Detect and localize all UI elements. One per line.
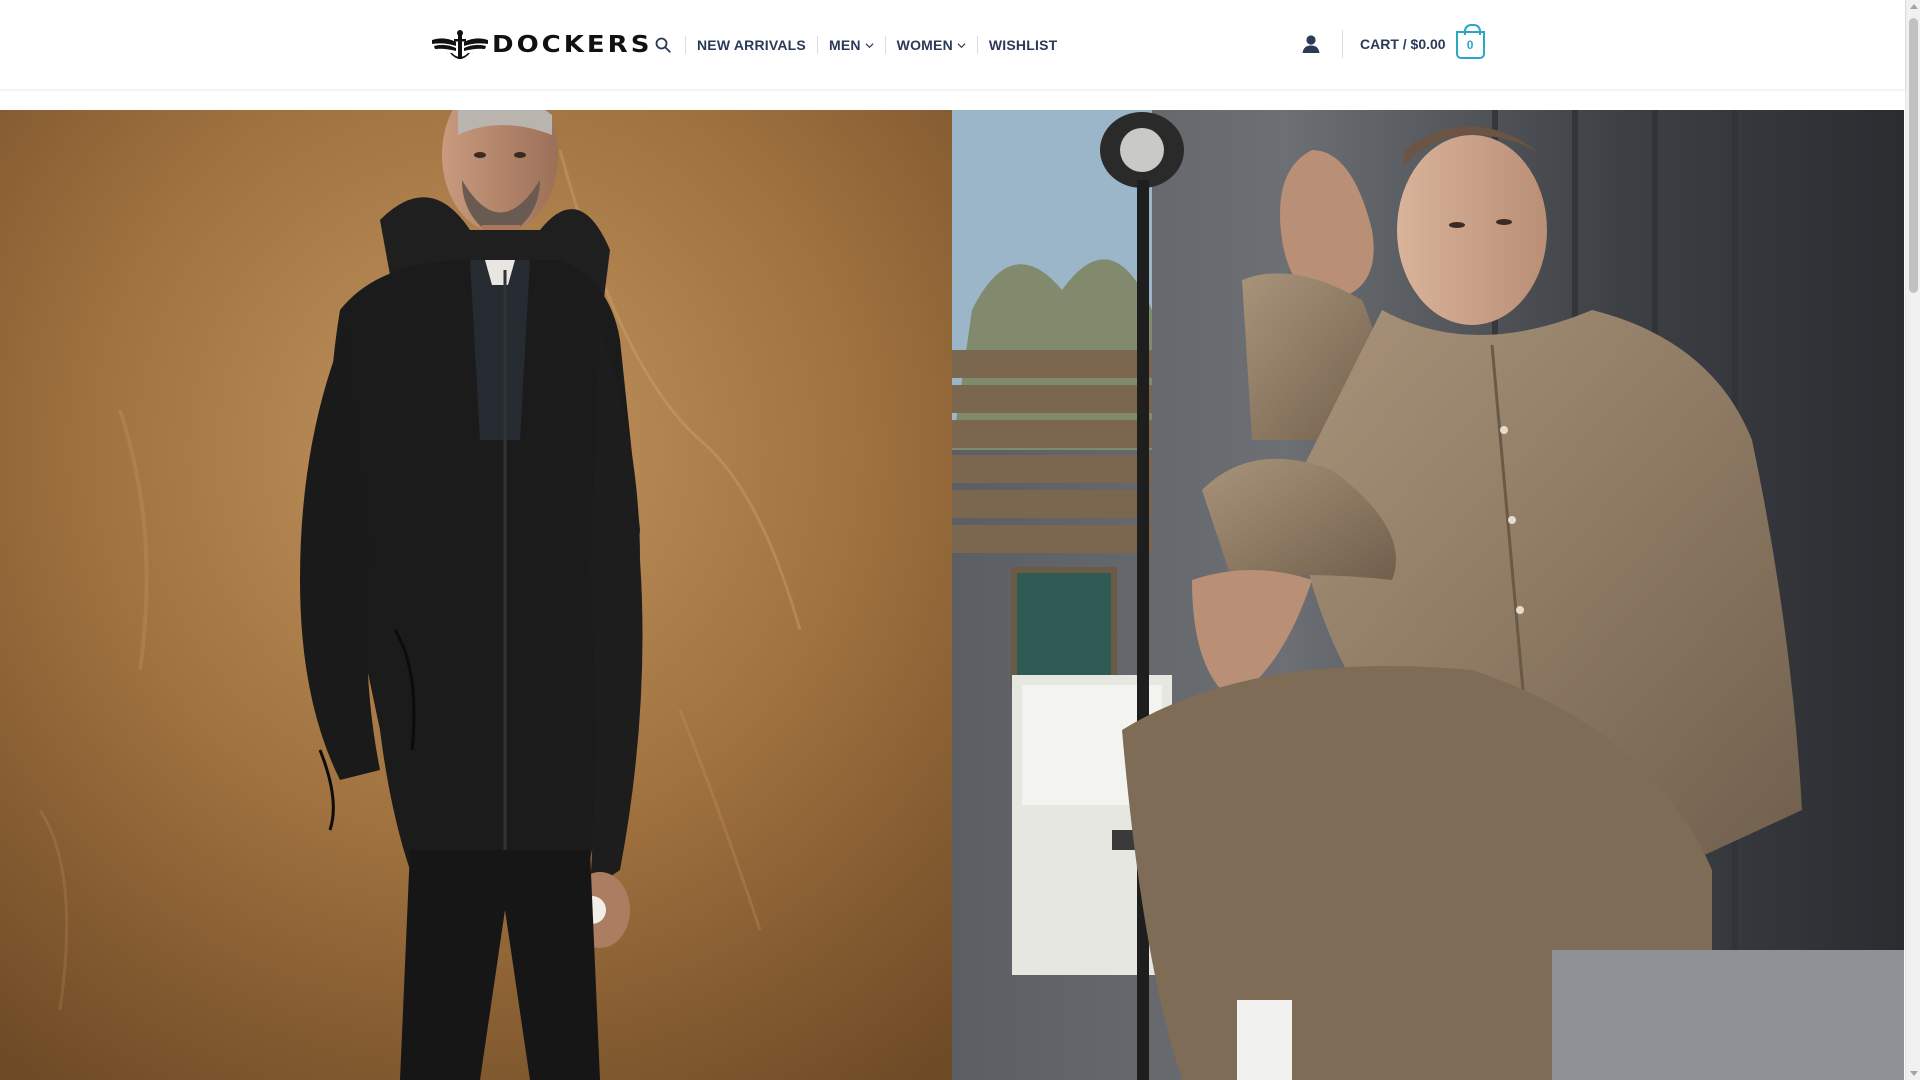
cart-label: CART / $0.00 [1360, 36, 1446, 52]
nav-item-label: NEW ARRIVALS [697, 37, 806, 53]
nav-divider [884, 36, 886, 54]
main-content: DOCKERS NEW ARRIVALS MEN WOMEN WISHLIST … [0, 0, 1905, 1080]
nav-item-men[interactable]: MEN [829, 37, 874, 53]
chevron-down-icon [865, 42, 874, 48]
chevron-down-icon [957, 42, 966, 48]
site-header: DOCKERS NEW ARRIVALS MEN WOMEN WISHLIST … [0, 0, 1905, 89]
page: DOCKERS NEW ARRIVALS MEN WOMEN WISHLIST … [0, 0, 1920, 1080]
nav-divider [816, 36, 818, 54]
brand-logo[interactable]: DOCKERS [430, 26, 652, 64]
nav-divider [976, 36, 978, 54]
user-icon[interactable] [1300, 33, 1322, 55]
search-icon[interactable] [652, 34, 674, 56]
nav-item-label: WOMEN [896, 37, 953, 53]
nav-item-women[interactable]: WOMEN [897, 37, 966, 53]
hero-panel-men-jacket[interactable] [0, 110, 952, 1080]
page-scrollbar[interactable] [1905, 0, 1920, 1080]
nav-item-label: MEN [828, 37, 861, 53]
hero-banner [0, 110, 1905, 1080]
hero-panel-men-shirt[interactable] [952, 110, 1904, 1080]
scroll-thumb[interactable] [1909, 18, 1918, 293]
cart-button[interactable]: CART / $0.00 0 [1360, 24, 1485, 60]
scroll-up-arrow-icon[interactable] [1910, 4, 1918, 9]
nav-item-new-arrivals[interactable]: NEW ARRIVALS [697, 37, 806, 53]
nav-item-label: WISHLIST [988, 37, 1058, 53]
man-in-khaki-shirt-image [952, 110, 1904, 1080]
man-in-black-jacket-image [0, 110, 952, 1080]
header-divider [1342, 30, 1343, 58]
main-nav: NEW ARRIVALS MEN WOMEN WISHLIST [652, 30, 1057, 60]
logo-text: DOCKERS [492, 31, 653, 59]
nav-divider [685, 36, 686, 54]
scroll-down-arrow-icon[interactable] [1910, 1071, 1918, 1076]
cart-count-badge: 0 [1455, 24, 1485, 59]
nav-item-wishlist[interactable]: WISHLIST [989, 37, 1057, 53]
wings-anchor-logo-icon [432, 30, 488, 59]
